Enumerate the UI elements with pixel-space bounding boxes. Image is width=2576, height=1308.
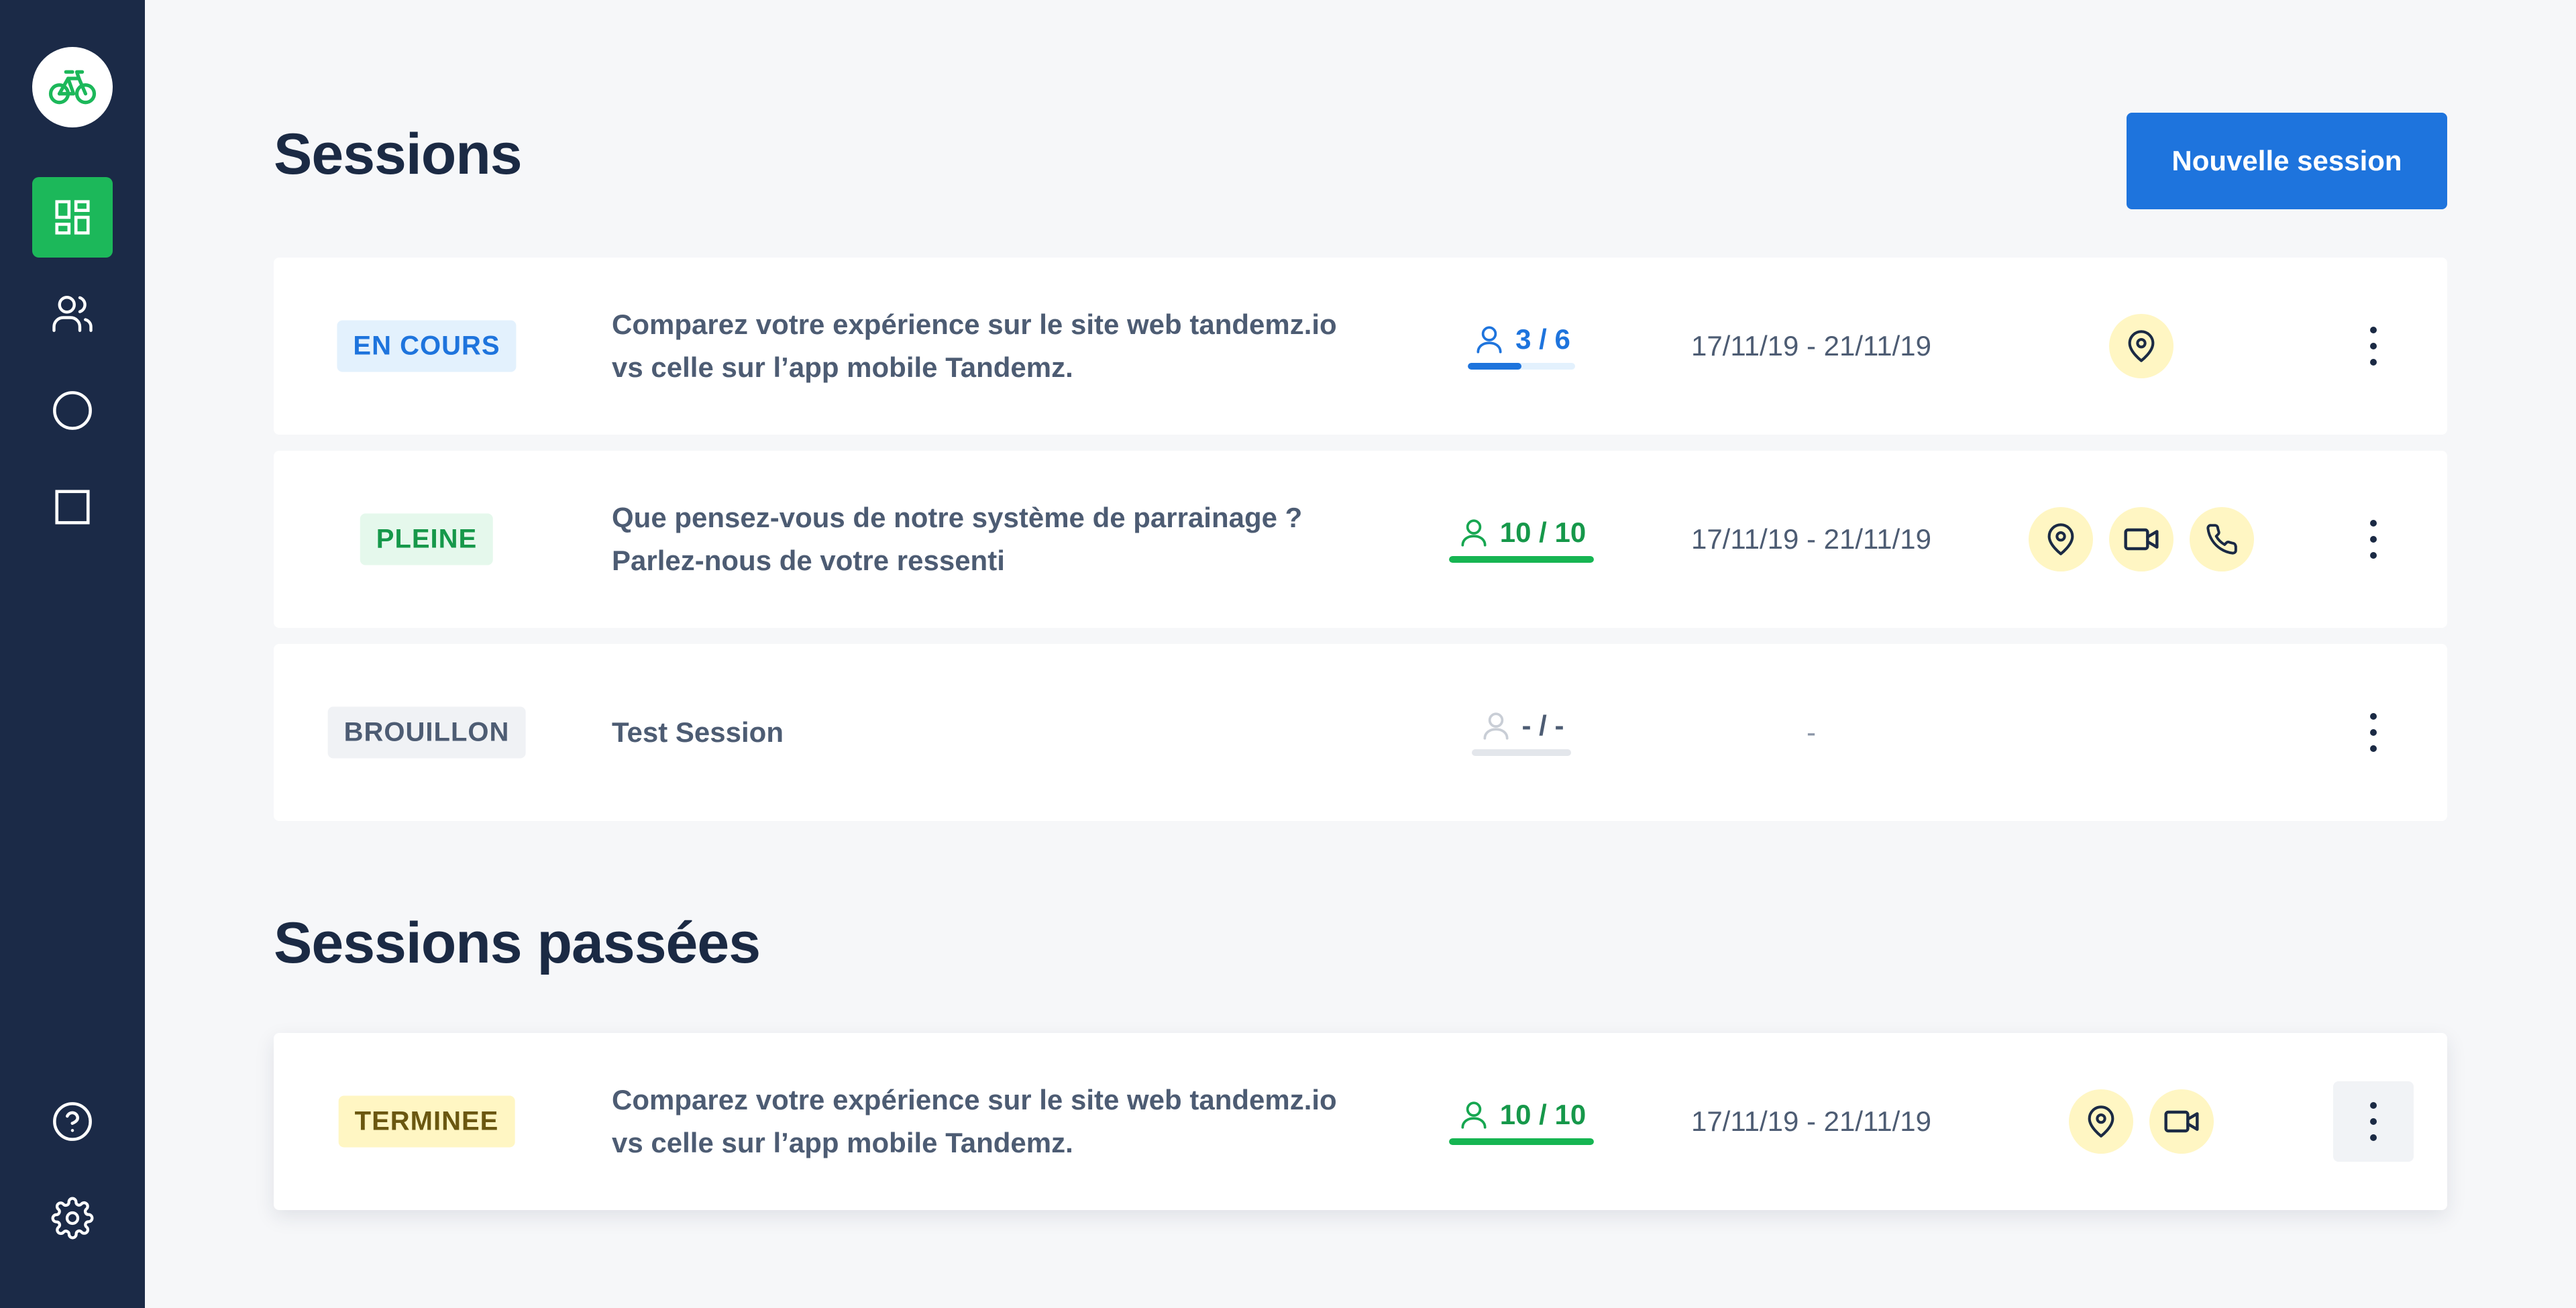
more-options-button[interactable] bbox=[2333, 692, 2414, 773]
capacity-indicator: 10 / 10 bbox=[1449, 1098, 1594, 1145]
more-vertical-icon bbox=[2370, 520, 2377, 559]
user-icon bbox=[1477, 326, 1502, 353]
capacity-bar bbox=[1449, 1138, 1594, 1145]
session-title: Comparez votre expérience sur le site we… bbox=[612, 1084, 1337, 1158]
session-row[interactable]: BROUILLON Test Session - / - - bbox=[274, 644, 2447, 821]
users-icon bbox=[52, 296, 93, 332]
user-icon bbox=[1483, 712, 1509, 740]
settings-icon bbox=[51, 1197, 94, 1240]
phone-icon bbox=[2190, 507, 2254, 571]
session-title: Test Session bbox=[612, 716, 784, 748]
session-dates: - bbox=[1807, 716, 1816, 748]
session-row[interactable]: EN COURS Comparez votre expérience sur l… bbox=[274, 258, 2447, 435]
capacity-count: - / - bbox=[1521, 710, 1564, 741]
capacity-bar-fill bbox=[1468, 363, 1521, 370]
nav-help[interactable] bbox=[32, 1081, 113, 1162]
capacity-bar bbox=[1449, 556, 1594, 563]
session-title: Que pensez-vous de notre système de parr… bbox=[612, 502, 1303, 576]
location-icon bbox=[2029, 507, 2093, 571]
session-dates: 17/11/19 - 21/11/19 bbox=[1690, 1105, 1932, 1137]
new-session-button[interactable]: Nouvelle session bbox=[2127, 113, 2447, 209]
more-vertical-icon bbox=[2370, 713, 2377, 752]
status-badge: PLEINE bbox=[360, 513, 494, 565]
capacity-indicator: - / - bbox=[1472, 709, 1571, 756]
capacity-indicator: 10 / 10 bbox=[1449, 516, 1594, 563]
past-sessions-title: Sessions passées bbox=[274, 911, 761, 975]
video-icon bbox=[2149, 1089, 2214, 1154]
more-options-button[interactable] bbox=[2333, 499, 2414, 580]
more-options-button[interactable] bbox=[2333, 306, 2414, 386]
circle-icon bbox=[53, 391, 92, 430]
capacity-bar-fill bbox=[1449, 556, 1594, 563]
session-modes bbox=[2109, 314, 2174, 378]
user-icon bbox=[1461, 519, 1487, 547]
sidebar bbox=[0, 0, 145, 1308]
nav-users[interactable] bbox=[32, 274, 113, 354]
nav-settings[interactable] bbox=[32, 1178, 113, 1258]
help-icon bbox=[53, 1102, 92, 1141]
location-icon bbox=[2109, 314, 2174, 378]
session-title: Comparez votre expérience sur le site we… bbox=[612, 309, 1337, 383]
nav-dashboard[interactable] bbox=[32, 177, 113, 258]
nav-square[interactable] bbox=[32, 467, 113, 547]
app-logo[interactable] bbox=[32, 47, 113, 127]
video-icon bbox=[2109, 507, 2174, 571]
capacity-count: 10 / 10 bbox=[1499, 516, 1587, 548]
session-modes bbox=[2029, 507, 2254, 571]
session-dates: 17/11/19 - 21/11/19 bbox=[1690, 523, 1932, 555]
capacity-bar bbox=[1472, 749, 1571, 756]
session-modes bbox=[2069, 1089, 2214, 1154]
capacity-count: 3 / 6 bbox=[1515, 323, 1570, 355]
session-row[interactable]: PLEINE Que pensez-vous de notre système … bbox=[274, 451, 2447, 628]
square-icon bbox=[55, 490, 90, 525]
status-badge: TERMINEE bbox=[338, 1095, 515, 1148]
capacity-count: 10 / 10 bbox=[1499, 1099, 1587, 1130]
capacity-bar-fill bbox=[1449, 1138, 1594, 1145]
dashboard-icon bbox=[55, 200, 90, 235]
capacity-bar bbox=[1468, 363, 1575, 370]
status-badge: EN COURS bbox=[337, 320, 517, 372]
session-row[interactable]: TERMINEE Comparez votre expérience sur l… bbox=[274, 1033, 2447, 1210]
capacity-indicator: 3 / 6 bbox=[1468, 323, 1575, 370]
bicycle-icon bbox=[48, 70, 97, 105]
nav-circle[interactable] bbox=[32, 370, 113, 451]
session-dates: 17/11/19 - 21/11/19 bbox=[1690, 330, 1932, 362]
main-content: Sessions Nouvelle session EN COURS Compa… bbox=[274, 0, 2447, 1308]
more-options-button[interactable] bbox=[2333, 1081, 2414, 1162]
page-title: Sessions bbox=[274, 122, 523, 186]
location-icon bbox=[2069, 1089, 2133, 1154]
user-icon bbox=[1461, 1101, 1487, 1129]
status-badge: BROUILLON bbox=[327, 706, 526, 759]
more-vertical-icon bbox=[2370, 327, 2377, 366]
more-vertical-icon bbox=[2370, 1102, 2377, 1141]
